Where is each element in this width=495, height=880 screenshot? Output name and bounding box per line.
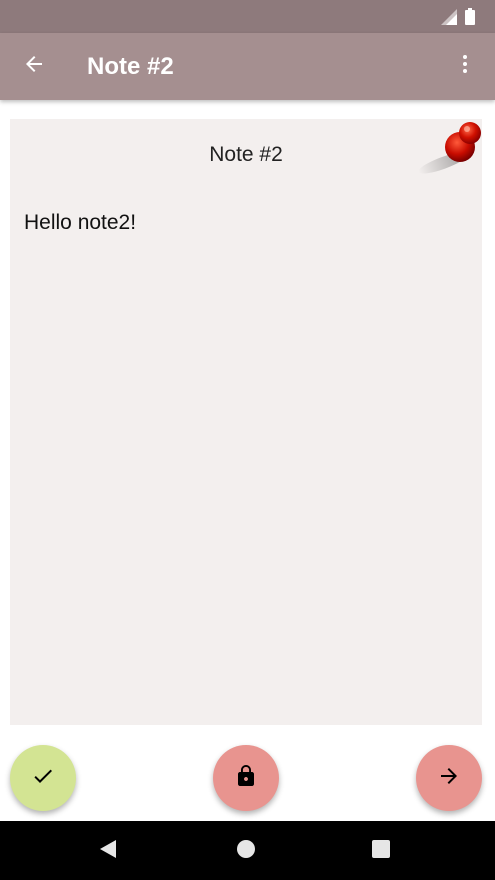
status-bar bbox=[0, 0, 495, 33]
check-icon bbox=[31, 764, 55, 793]
app-bar: Note #2 bbox=[0, 33, 495, 100]
page-title: Note #2 bbox=[87, 53, 174, 80]
overflow-menu-button[interactable] bbox=[443, 44, 487, 88]
nav-recents-button[interactable] bbox=[361, 831, 401, 871]
back-button[interactable] bbox=[12, 44, 56, 88]
battery-icon bbox=[465, 8, 475, 30]
arrow-forward-icon bbox=[437, 764, 461, 793]
pushpin-icon bbox=[410, 122, 482, 183]
nav-recents-icon bbox=[372, 839, 390, 863]
screen: Note #2 Note #2 Hello note2! bbox=[0, 0, 495, 880]
status-icons bbox=[441, 8, 475, 30]
lock-icon bbox=[234, 764, 258, 793]
nav-back-icon bbox=[98, 839, 118, 864]
navigation-bar bbox=[0, 821, 495, 880]
done-button[interactable] bbox=[10, 745, 76, 811]
next-button[interactable] bbox=[416, 745, 482, 811]
signal-icon bbox=[441, 8, 457, 30]
pin-button[interactable] bbox=[410, 119, 482, 179]
arrow-back-icon bbox=[22, 52, 46, 81]
nav-back-button[interactable] bbox=[88, 831, 128, 871]
nav-home-icon bbox=[236, 839, 256, 864]
more-vert-icon bbox=[453, 52, 477, 81]
nav-home-button[interactable] bbox=[226, 831, 266, 871]
note-body[interactable]: Hello note2! bbox=[24, 211, 464, 235]
lock-button[interactable] bbox=[213, 745, 279, 811]
note-card[interactable]: Note #2 Hello note2! bbox=[10, 119, 482, 725]
